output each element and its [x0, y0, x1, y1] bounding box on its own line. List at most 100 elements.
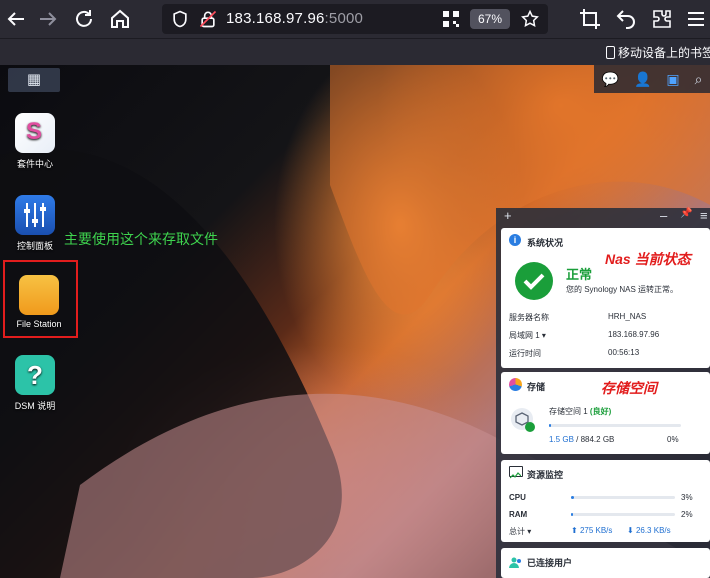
star-icon[interactable] — [520, 9, 540, 29]
qr-code-icon[interactable] — [442, 10, 460, 28]
insecure-lock-icon[interactable] — [198, 9, 218, 29]
volume-percent: 0% — [667, 435, 679, 444]
lan-label-text: 局域网 1 — [509, 331, 540, 340]
server-name-label: 服务器名称 — [509, 313, 549, 322]
storage-pie-icon — [509, 378, 522, 391]
url-port: :5000 — [324, 10, 364, 27]
mobile-bookmarks-label: 移动设备上的书签 — [618, 46, 710, 60]
zoom-level[interactable]: 67% — [470, 9, 510, 29]
forward-icon[interactable] — [36, 7, 60, 31]
connected-users-title: 已连接用户 — [527, 558, 573, 568]
ram-fill — [571, 513, 574, 516]
back-icon[interactable] — [4, 7, 28, 31]
home-icon[interactable] — [108, 7, 132, 31]
package-center-shortcut[interactable]: 套件中心 — [0, 113, 70, 170]
volume-ok-icon — [525, 422, 535, 432]
menu-icon[interactable] — [684, 7, 708, 31]
file-station-annotation: 主要使用这个来存取文件 — [64, 231, 218, 247]
grid-icon: ▦ — [26, 71, 42, 88]
users-icon — [509, 556, 523, 568]
highlight-box — [3, 260, 78, 338]
uptime-label: 运行时间 — [509, 349, 541, 358]
mobile-bookmarks[interactable]: 移动设备上的书签 — [606, 44, 710, 61]
total-label: 总计 — [509, 527, 525, 536]
upload-rate: ⬆ 275 KB/s — [571, 526, 612, 535]
volume-name: 存储空间 1 (良好) — [549, 406, 611, 417]
cpu-bar — [571, 496, 675, 499]
crop-icon[interactable] — [578, 7, 602, 31]
resource-monitor-card: 资源监控 CPU 3% RAM 2% 总计 ▾ ⬆ 275 KB/s ⬇ 26.… — [501, 460, 710, 542]
main-menu-button[interactable]: ▦ — [8, 68, 60, 92]
bookmarks-bar: 移动设备上的书签 — [0, 38, 710, 65]
pin-icon[interactable]: 📌 — [680, 208, 692, 219]
monitor-title: 资源监控 — [527, 470, 564, 480]
ram-bar — [571, 513, 675, 516]
list-icon[interactable]: ≡ — [700, 208, 708, 223]
topbar-right-icons: 💬 👤 ▣ ⌕ — [594, 65, 710, 93]
user-icon[interactable]: 👤 — [634, 71, 651, 88]
volume-usage-bar — [549, 424, 681, 427]
ram-value: 2% — [681, 510, 693, 519]
package-center-label: 套件中心 — [16, 159, 53, 169]
volume-name-text: 存储空间 1 — [549, 407, 588, 416]
storage-annotation: 存储空间 — [601, 380, 657, 396]
health-status: 正常 — [566, 267, 593, 282]
ram-label: RAM — [509, 510, 528, 519]
lan-label[interactable]: 局域网 1 ▾ — [509, 330, 546, 341]
volume-total: / 884.2 GB — [576, 435, 615, 444]
system-health-title: 系统状况 — [527, 238, 564, 248]
control-panel-shortcut[interactable]: 控制面板 — [0, 195, 70, 252]
status-annotation: Nas 当前状态 — [605, 251, 691, 267]
check-icon — [515, 262, 553, 300]
reload-icon[interactable] — [72, 7, 96, 31]
cpu-label: CPU — [509, 493, 526, 502]
volume-used: 1.5 GB — [549, 435, 574, 444]
volume-status: (良好) — [589, 407, 612, 416]
minimize-icon[interactable]: – — [660, 208, 667, 223]
download-rate-value: 26.3 KB/s — [635, 526, 671, 535]
health-description: 您的 Synology NAS 运转正常。 — [566, 285, 679, 294]
search-icon[interactable]: ⌕ — [695, 71, 703, 88]
chevron-down-icon: ▾ — [527, 527, 532, 536]
uptime-value: 00:56:13 — [608, 348, 640, 357]
chevron-down-icon: ▾ — [541, 331, 546, 340]
connected-users-card: 已连接用户 — [501, 548, 710, 578]
total-selector[interactable]: 总计 ▾ — [509, 526, 531, 537]
widgets-icon[interactable]: ▣ — [666, 71, 679, 88]
widget-panel: + – 📌 ≡ i 系统状况 正常 您的 Synology NAS 运转正常。 … — [496, 208, 710, 578]
lan-value: 183.168.97.96 — [608, 330, 660, 339]
url-bar[interactable]: 183.168.97.96:5000 67% — [162, 4, 548, 34]
extensions-icon[interactable] — [650, 7, 674, 31]
server-name-value: HRH_NAS — [608, 312, 647, 321]
mobile-icon — [606, 46, 615, 59]
dsm-help-shortcut[interactable]: ? DSM 说明 — [0, 355, 70, 412]
upload-rate-value: 275 KB/s — [579, 526, 613, 535]
cpu-value: 3% — [681, 493, 693, 502]
url-host: 183.168.97.96 — [226, 10, 325, 27]
download-rate: ⬇ 26.3 KB/s — [627, 526, 671, 535]
undo-icon[interactable] — [614, 7, 638, 31]
info-icon: i — [509, 234, 521, 246]
notification-icon[interactable]: 💬 — [602, 71, 619, 88]
system-health-card: i 系统状况 正常 您的 Synology NAS 运转正常。 Nas 当前状态… — [501, 228, 710, 368]
volume-icon — [511, 408, 535, 432]
upload-arrow-icon: ⬆ — [571, 526, 578, 535]
package-center-icon — [15, 113, 55, 153]
volume-usage-text: 1.5 GB / 884.2 GB — [549, 435, 614, 444]
download-arrow-icon: ⬇ — [627, 526, 634, 535]
storage-title: 存储 — [527, 382, 546, 392]
monitor-icon — [509, 466, 523, 479]
dsm-help-label: DSM 说明 — [14, 401, 56, 411]
shield-icon[interactable] — [170, 9, 190, 29]
dsm-desktop: ▦ 💬 👤 ▣ ⌕ 套件中心 控制面板 File Station ? DSM 说… — [0, 65, 710, 578]
url-text[interactable]: 183.168.97.96:5000 — [226, 10, 363, 27]
storage-card: 存储 存储空间 存储空间 1 (良好) 1.5 GB / 884.2 GB 0% — [501, 372, 710, 454]
control-panel-label: 控制面板 — [16, 241, 53, 251]
volume-usage-fill — [549, 424, 551, 427]
add-widget-icon[interactable]: + — [504, 208, 512, 223]
control-panel-icon — [15, 195, 55, 235]
cpu-fill — [571, 496, 575, 499]
widget-header: + – 📌 ≡ — [496, 208, 710, 225]
help-icon: ? — [15, 355, 55, 395]
browser-toolbar: 183.168.97.96:5000 67% — [0, 0, 710, 38]
